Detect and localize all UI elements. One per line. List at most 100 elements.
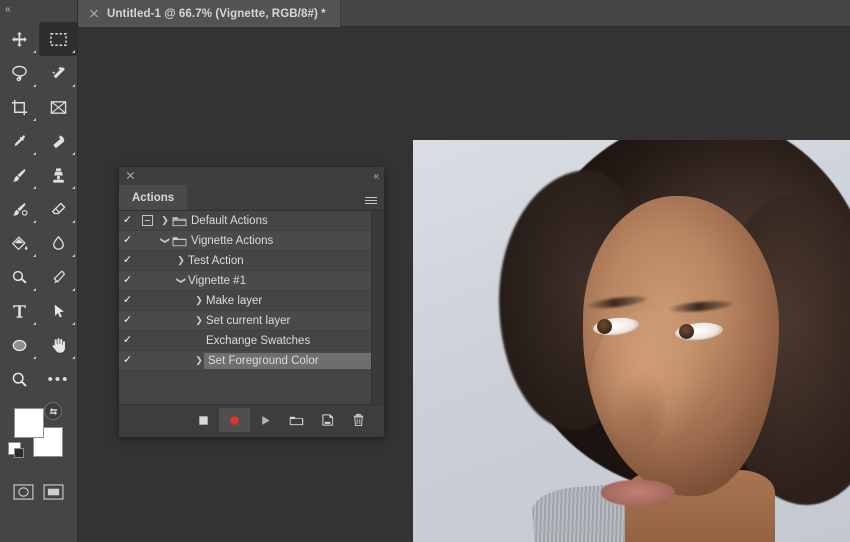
history-brush-tool[interactable]	[0, 192, 39, 226]
pen-tool[interactable]	[39, 260, 78, 294]
chevron-right-icon[interactable]: ❯	[192, 295, 206, 306]
panel-title-bar[interactable]: «	[119, 167, 384, 185]
actions-list-scrollbar[interactable]	[371, 211, 384, 404]
lasso-tool[interactable]	[0, 56, 39, 90]
screen-mode-icon[interactable]	[42, 482, 66, 502]
panel-menu-icon[interactable]	[358, 185, 384, 210]
chevron-down-icon[interactable]: ❯	[176, 274, 187, 288]
gradient-tool[interactable]	[0, 226, 39, 260]
tool-more-indicator	[72, 356, 75, 359]
row-label: Test Action	[188, 254, 244, 267]
row-checkbox[interactable]: ✓	[119, 215, 136, 226]
row-checkbox[interactable]: ✓	[119, 335, 136, 346]
begin-recording-button[interactable]	[219, 408, 250, 432]
tab-actions-label: Actions	[132, 191, 175, 204]
row-label: Exchange Swatches	[206, 334, 311, 347]
edit-toolbar-button[interactable]: •••	[39, 362, 78, 396]
chevron-right-icon[interactable]: ❯	[174, 255, 188, 266]
brush-tool[interactable]	[0, 158, 39, 192]
frame-tool[interactable]	[39, 90, 78, 124]
tool-more-indicator	[72, 152, 75, 155]
actions-list[interactable]: ✓ ❯ Default Actions ✓ ❯ Vignette Actions…	[119, 211, 371, 404]
table-row[interactable]: ✓ ❯ Vignette Actions	[119, 231, 371, 251]
actions-panel: « Actions ✓ ❯ Default Actions ✓ ❯ Vignet…	[119, 167, 384, 437]
close-icon[interactable]	[88, 8, 100, 20]
panel-tab-bar: Actions	[119, 185, 384, 211]
portrait-photo	[413, 140, 850, 542]
hand-tool[interactable]	[39, 328, 78, 362]
document-tab[interactable]: Untitled-1 @ 66.7% (Vignette, RGB/8#) *	[78, 0, 341, 27]
color-swatches	[0, 402, 77, 468]
dodge-tool[interactable]	[0, 260, 39, 294]
tool-more-indicator	[33, 220, 36, 223]
photo-lips	[601, 480, 675, 506]
table-row[interactable]: ✓ ❯ Make layer	[119, 291, 371, 311]
path-selection-tool[interactable]	[39, 294, 78, 328]
ellipse-tool[interactable]	[0, 328, 39, 362]
row-label: Vignette Actions	[191, 234, 274, 247]
rectangular-marquee-tool[interactable]	[39, 22, 78, 56]
table-row[interactable]: ✓ ❯ Test Action	[119, 251, 371, 271]
dialog-toggle-icon	[141, 215, 153, 226]
quick-mask-icon[interactable]	[11, 482, 35, 502]
tool-more-indicator	[33, 356, 36, 359]
eyedropper-tool[interactable]	[0, 124, 39, 158]
default-colors-icon[interactable]	[8, 442, 24, 458]
zoom-tool[interactable]	[0, 362, 39, 396]
actions-list-wrapper: ✓ ❯ Default Actions ✓ ❯ Vignette Actions…	[119, 211, 384, 404]
tool-more-indicator	[33, 50, 36, 53]
toolbar-collapse-button[interactable]: «	[0, 0, 77, 18]
delete-button[interactable]	[343, 408, 374, 432]
ellipsis-icon: •••	[47, 370, 70, 388]
folder-icon	[172, 215, 191, 227]
row-checkbox[interactable]: ✓	[119, 255, 136, 266]
swap-colors-icon[interactable]	[44, 402, 62, 420]
table-row[interactable]: ✓ ❯ Default Actions	[119, 211, 371, 231]
chevron-down-icon[interactable]: ❯	[160, 234, 171, 248]
photoshop-window: Untitled-1 @ 66.7% (Vignette, RGB/8#) * …	[0, 0, 850, 542]
table-row[interactable]: ✓ ❯ Vignette #1	[119, 271, 371, 291]
eraser-tool[interactable]	[39, 192, 78, 226]
row-label: Make layer	[206, 294, 263, 307]
row-checkbox[interactable]: ✓	[119, 315, 136, 326]
foreground-color-swatch[interactable]	[14, 408, 44, 438]
healing-brush-tool[interactable]	[39, 124, 78, 158]
clone-stamp-tool[interactable]	[39, 158, 78, 192]
move-tool[interactable]	[0, 22, 39, 56]
create-new-set-button[interactable]	[281, 408, 312, 432]
tab-actions[interactable]: Actions	[119, 185, 188, 210]
blur-tool[interactable]	[39, 226, 78, 260]
magic-wand-tool[interactable]	[39, 56, 78, 90]
crop-tool[interactable]	[0, 90, 39, 124]
row-checkbox[interactable]: ✓	[119, 295, 136, 306]
type-tool[interactable]	[0, 294, 39, 328]
row-checkbox[interactable]: ✓	[119, 235, 136, 246]
table-row[interactable]: ✓ ❯ Set current layer	[119, 311, 371, 331]
table-row[interactable]: ✓ Exchange Swatches	[119, 331, 371, 351]
tool-more-indicator	[72, 220, 75, 223]
row-checkbox[interactable]: ✓	[119, 355, 136, 366]
chevron-right-icon[interactable]: ❯	[192, 315, 206, 326]
tool-more-indicator	[72, 288, 75, 291]
play-selection-button[interactable]	[250, 408, 281, 432]
row-dialog-toggle[interactable]	[136, 215, 158, 226]
screen-mode-buttons	[0, 482, 77, 502]
create-new-action-button[interactable]	[312, 408, 343, 432]
tools-panel: « •••	[0, 0, 78, 542]
tool-more-indicator	[33, 84, 36, 87]
chevron-right-icon[interactable]: ❯	[158, 215, 172, 226]
tool-more-indicator	[72, 322, 75, 325]
collapse-chevrons-icon[interactable]: «	[373, 171, 378, 182]
tool-more-indicator	[33, 118, 36, 121]
stop-playing-recording-button[interactable]	[188, 408, 219, 432]
photo-nose	[609, 370, 665, 450]
row-checkbox[interactable]: ✓	[119, 275, 136, 286]
close-icon[interactable]	[126, 171, 136, 181]
tool-more-indicator	[72, 84, 75, 87]
tool-more-indicator	[72, 50, 75, 53]
photo-iris-left	[597, 319, 612, 334]
table-row[interactable]: ✓ ❯ Set Foreground Color	[119, 351, 371, 371]
tool-more-indicator	[72, 186, 75, 189]
document-tab-bar: Untitled-1 @ 66.7% (Vignette, RGB/8#) *	[78, 0, 850, 27]
tool-more-indicator	[33, 254, 36, 257]
